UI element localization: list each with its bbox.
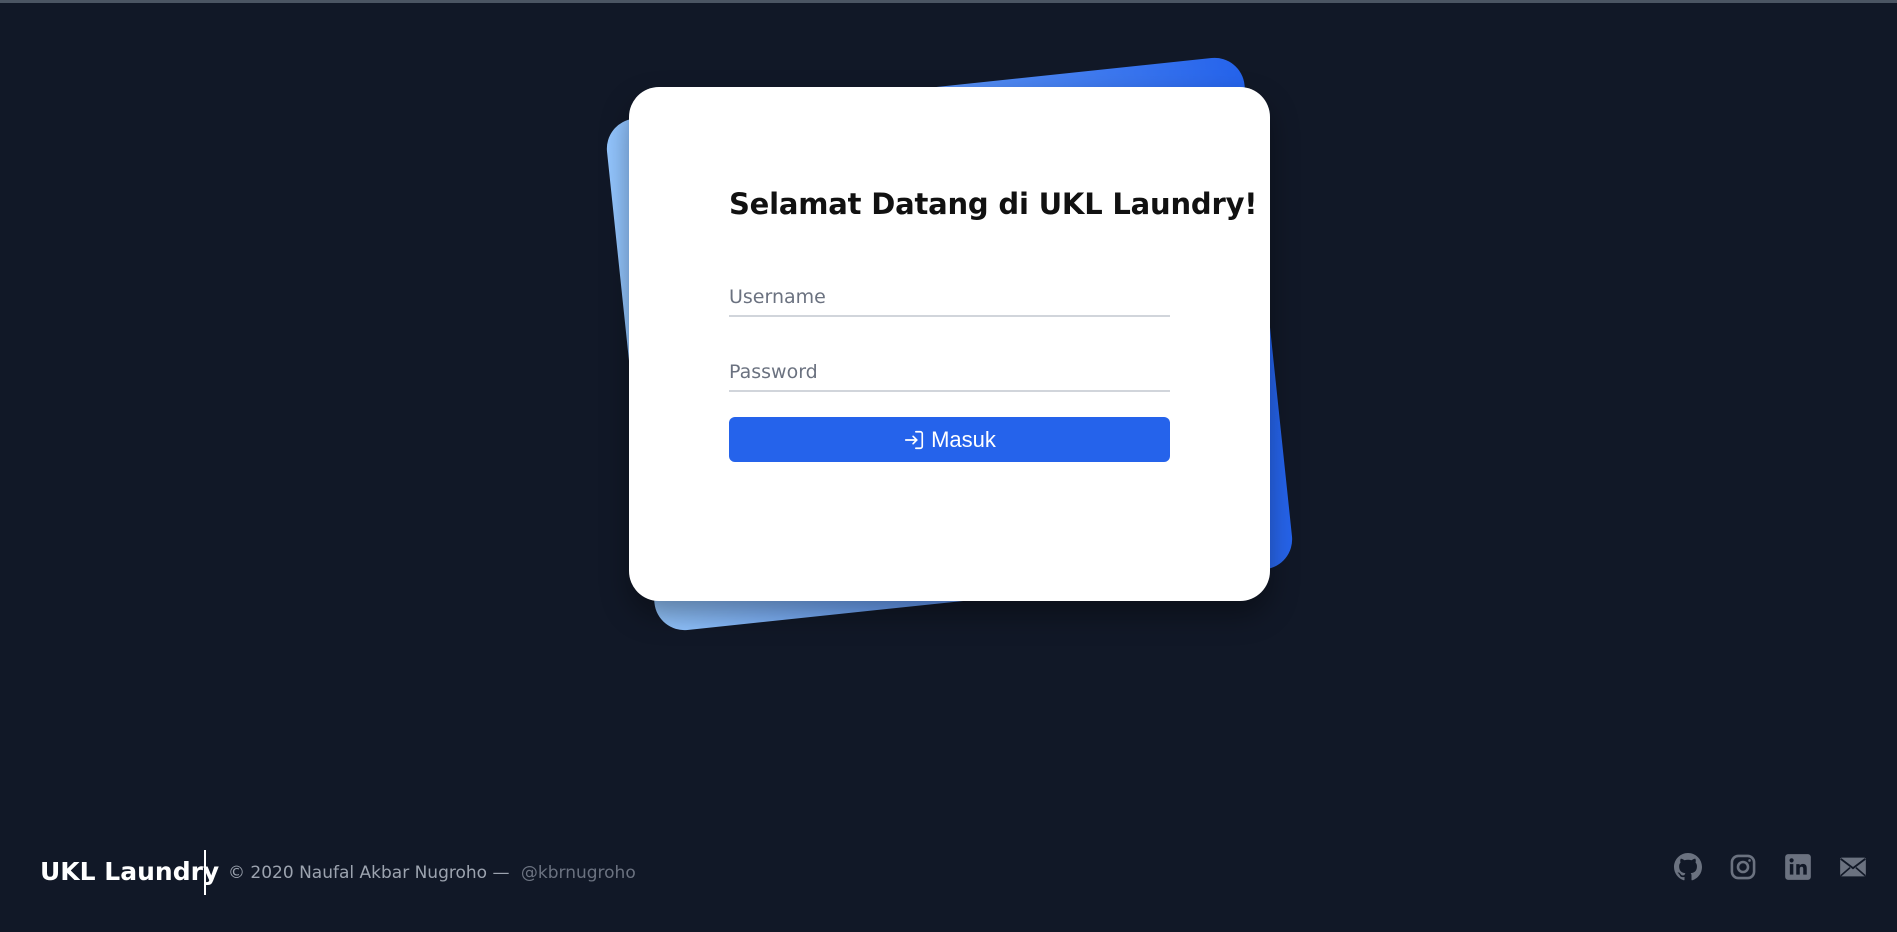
footer: UKL Laundry © 2020 Naufal Akbar Nugroho … bbox=[0, 845, 1897, 901]
instagram-icon[interactable] bbox=[1729, 853, 1757, 881]
username-input[interactable] bbox=[729, 279, 1170, 317]
login-title: Selamat Datang di UKL Laundry! bbox=[729, 187, 1258, 221]
copyright-text: © 2020 Naufal Akbar Nugroho — bbox=[228, 863, 510, 883]
login-button[interactable]: Masuk bbox=[729, 417, 1170, 462]
github-icon[interactable] bbox=[1674, 853, 1702, 881]
login-button-label: Masuk bbox=[931, 426, 996, 452]
login-card: Selamat Datang di UKL Laundry! Masuk bbox=[629, 87, 1270, 601]
window-top-border bbox=[0, 0, 1897, 3]
footer-divider bbox=[204, 850, 206, 895]
footer-copyright: © 2020 Naufal Akbar Nugroho — @kbrnugroh… bbox=[228, 863, 636, 883]
login-icon bbox=[903, 429, 925, 451]
login-panel: Selamat Datang di UKL Laundry! Masuk bbox=[603, 54, 1296, 634]
mail-icon[interactable] bbox=[1839, 853, 1867, 881]
linkedin-icon[interactable] bbox=[1784, 853, 1812, 881]
social-links bbox=[1674, 853, 1867, 881]
footer-brand: UKL Laundry bbox=[40, 857, 220, 886]
password-input[interactable] bbox=[729, 354, 1170, 392]
author-handle-link[interactable]: @kbrnugroho bbox=[521, 863, 636, 883]
